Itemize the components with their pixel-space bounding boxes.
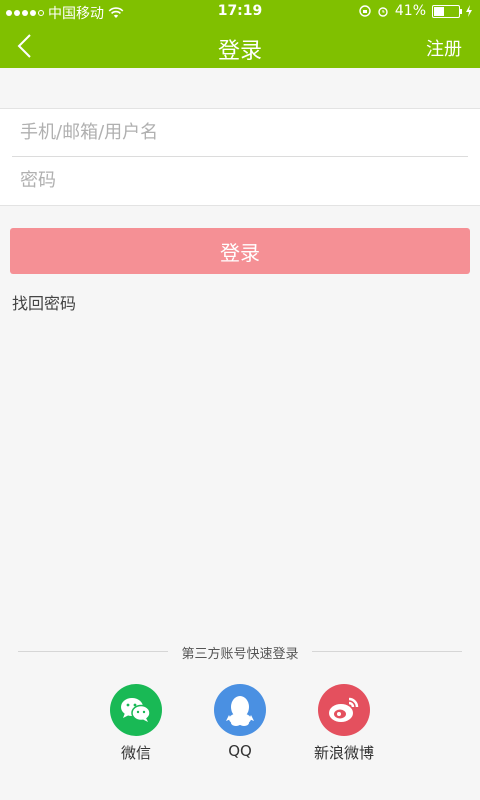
- qq-icon[interactable]: [214, 684, 266, 736]
- wechat-icon[interactable]: [110, 684, 162, 736]
- username-input[interactable]: [12, 109, 468, 155]
- weibo-icon[interactable]: [318, 684, 370, 736]
- login-button[interactable]: 登录: [10, 228, 470, 274]
- divider-line-right: [312, 651, 462, 652]
- weibo-label: 新浪微博: [313, 744, 374, 762]
- battery-percent: 41%: [394, 3, 426, 19]
- header-bar: 中国移动 17:19 41% 登录 注册: [0, 0, 480, 68]
- password-input[interactable]: [12, 157, 468, 203]
- wechat-label: 微信: [120, 744, 151, 762]
- battery-icon: [432, 4, 462, 18]
- forgot-password-link[interactable]: 找回密码: [12, 290, 76, 314]
- nav-bar: 登录 注册: [0, 24, 480, 68]
- third-party-heading: 第三方账号快速登录: [181, 647, 299, 662]
- wechat-login[interactable]: 微信: [91, 684, 181, 763]
- status-bar: 中国移动 17:19 41%: [0, 0, 480, 24]
- charging-icon: [466, 5, 472, 17]
- register-button[interactable]: 注册: [426, 35, 462, 61]
- status-right-group: 41%: [359, 3, 472, 19]
- alarm-icon: [378, 7, 388, 17]
- rotation-lock-icon: [359, 5, 371, 17]
- qq-label: QQ: [228, 742, 252, 760]
- weibo-login[interactable]: 新浪微博: [299, 684, 389, 763]
- third-party-divider: 第三方账号快速登录: [18, 640, 462, 664]
- login-form: [0, 108, 480, 206]
- qq-login[interactable]: QQ: [195, 684, 285, 760]
- page-title: 登录: [217, 39, 262, 64]
